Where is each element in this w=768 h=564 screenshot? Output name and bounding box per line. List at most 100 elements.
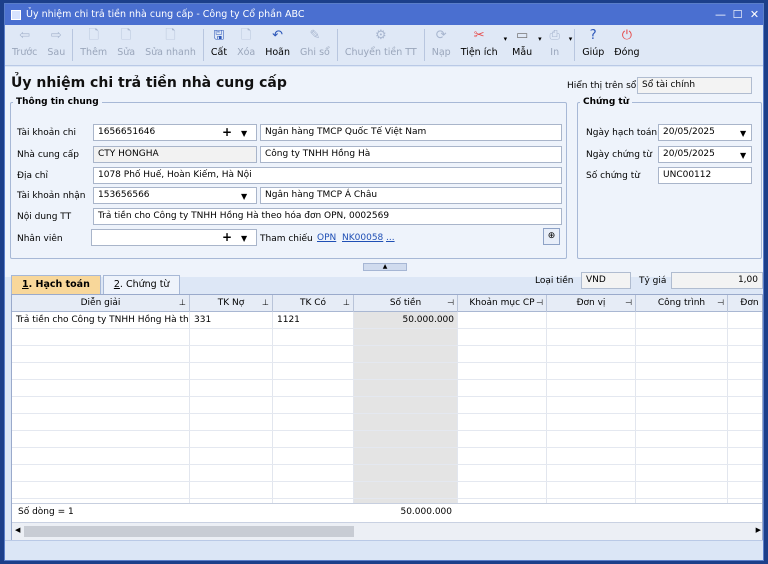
toolbar-print-button[interactable]: ⎙ In [542,25,568,66]
receiving-account-dropdown-icon[interactable]: ▼ [241,189,247,204]
pin-icon[interactable]: ⊥ [262,295,269,311]
toolbar-help-button[interactable]: ? Giúp [577,25,609,66]
horizontal-scrollbar[interactable]: ◀ ▶ [12,522,762,540]
posting-date-dropdown-icon[interactable]: ▼ [740,126,746,141]
zoom-icon[interactable]: ⊕ [543,228,560,245]
tools-icon: ✂ [473,28,485,43]
column-header[interactable]: Đơn vị ⊣ [547,295,636,312]
table-cell[interactable] [547,312,636,329]
template-icon: ▭ [515,28,529,43]
toolbar-close-power-button[interactable]: ⏻ Đóng [609,25,644,66]
scroll-left-icon[interactable]: ◀ [15,526,20,534]
table-row[interactable] [12,329,762,346]
pin-icon[interactable]: ⊥ [343,295,350,311]
posting-date-value: 20/05/2025 [663,127,715,137]
table-cell[interactable] [458,312,547,329]
column-header[interactable]: Đơn [728,295,762,312]
table-row[interactable] [12,414,762,431]
payment-content-field[interactable]: Trả tiền cho Công ty TNHH Hồng Hà theo h… [93,208,562,225]
pin-icon[interactable]: ⊣ [625,295,632,311]
column-header[interactable]: Khoản mục CP ⊣ [458,295,547,312]
staff-combo[interactable] [91,229,257,246]
table-row[interactable] [12,363,762,380]
reference-more-link[interactable]: ... [386,233,395,243]
voucher-no-field[interactable]: UNC00112 [658,167,752,184]
toolbar-transfer-button[interactable]: ⚙ Chuyển tiền TT [340,25,422,66]
staff-dropdown-icon[interactable]: ▼ [241,231,247,246]
show-on-field[interactable]: Sổ tài chính [637,77,752,94]
minimize-button[interactable]: — [712,8,729,21]
toolbar-label: In [550,47,560,58]
toolbar-arrow-right-button[interactable]: ⇨ Sau [42,25,70,66]
toolbar-delete-button[interactable]: 🗋 Xóa [232,25,260,66]
account-dropdown-icon[interactable]: ▼ [241,126,247,141]
column-header[interactable]: TK Nợ ⊥ [190,295,273,312]
pin-icon[interactable]: ⊣ [717,295,724,311]
toolbar-label: Xóa [237,47,256,58]
scroll-right-icon[interactable]: ▶ [756,526,761,534]
table-row[interactable] [12,448,762,465]
toolbar-label: Trước [12,47,38,58]
receiving-bank-field[interactable]: Ngân hàng TMCP Á Châu [260,187,562,204]
supplier-code-field[interactable]: CTY HONGHA [93,146,257,163]
exchange-rate-field[interactable]: 1,00 [671,272,763,289]
table-row[interactable] [12,465,762,482]
transfer-icon: ⚙ [374,28,387,43]
chevron-down-icon[interactable]: ▾ [569,35,573,43]
column-header[interactable]: Số tiền ⊣ [354,295,458,312]
collapse-splitter[interactable]: ▲ [363,263,407,271]
toolbar-edit-button[interactable]: 🗋 Sửa [112,25,140,66]
supplier-name-field[interactable]: Công ty TNHH Hồng Hà [260,146,562,163]
toolbar-reload-button[interactable]: ⟳ Nạp [427,25,456,66]
voucher-date-dropdown-icon[interactable]: ▼ [740,148,746,163]
reference-label: Tham chiếu [260,234,313,244]
currency-field[interactable]: VND [581,272,631,289]
toolbar-label: Sửa [117,47,136,58]
column-header[interactable]: TK Có ⊥ [273,295,354,312]
toolbar-undo-button[interactable]: ↶ Hoãn [260,25,295,66]
voucher-date-picker[interactable]: 20/05/2025 [658,146,752,163]
toolbar-post-button[interactable]: ✎ Ghi sổ [295,25,335,66]
account-bank-field[interactable]: Ngân hàng TMCP Quốc Tế Việt Nam [260,124,562,141]
address-field[interactable]: 1078 Phố Huế, Hoàn Kiếm, Hà Nội [93,167,562,184]
receiving-account-combo[interactable]: 153656566 [93,187,257,204]
table-row[interactable] [12,397,762,414]
close-window-button[interactable]: ✕ [746,8,763,21]
toolbar-tools-button[interactable]: ✂ Tiện ích [456,25,503,66]
column-header-label: Đơn [740,298,759,308]
voucher-date-label: Ngày chứng từ [586,150,653,160]
scroll-thumb[interactable] [24,526,354,537]
table-cell[interactable]: 331 [190,312,273,329]
table-row[interactable] [12,482,762,499]
reference-link-nk[interactable]: NK00058 [342,233,383,243]
close-power-icon: ⏻ [621,28,633,43]
pin-icon[interactable]: ⊣ [536,295,543,311]
column-header[interactable]: Diễn giải ⊥ [12,295,190,312]
table-cell[interactable] [728,312,762,329]
pin-icon[interactable]: ⊥ [179,295,186,311]
pin-icon[interactable]: ⊣ [447,295,454,311]
table-row[interactable] [12,431,762,448]
table-row[interactable] [12,380,762,397]
posting-date-picker[interactable]: 20/05/2025 [658,124,752,141]
table-row[interactable]: Trả tiền cho Công ty TNHH Hồng Hà th 331 1… [12,312,762,329]
toolbar-save-button[interactable]: 🖫 Cất [206,25,232,66]
maximize-button[interactable]: ☐ [729,8,746,21]
table-cell[interactable]: Trả tiền cho Công ty TNHH Hồng Hà th [12,312,190,329]
table-cell[interactable]: 1121 [273,312,354,329]
toolbar-add-button[interactable]: 🗋 Thêm [75,25,112,66]
column-header[interactable]: Công trình ⊣ [636,295,728,312]
tab-documents[interactable]: 2. Chứng từ [102,275,181,294]
table-cell[interactable]: 50.000.000 [354,312,458,329]
toolbar-arrow-left-button[interactable]: ⇦ Trước [7,25,42,66]
account-combo[interactable]: 1656651646 [93,124,257,141]
toolbar-template-button[interactable]: ▭ Mẫu [507,25,537,66]
reference-link-opn[interactable]: OPN [317,233,336,243]
add-staff-icon[interactable]: + [222,230,232,245]
toolbar-quick-edit-button[interactable]: 🗋 Sửa nhanh [140,25,201,66]
table-row[interactable] [12,346,762,363]
add-account-icon[interactable]: + [222,125,232,140]
table-cell[interactable] [636,312,728,329]
tab-accounting[interactable]: 1. Hạch toán [11,275,101,294]
toolbar-label: Đóng [614,47,640,58]
